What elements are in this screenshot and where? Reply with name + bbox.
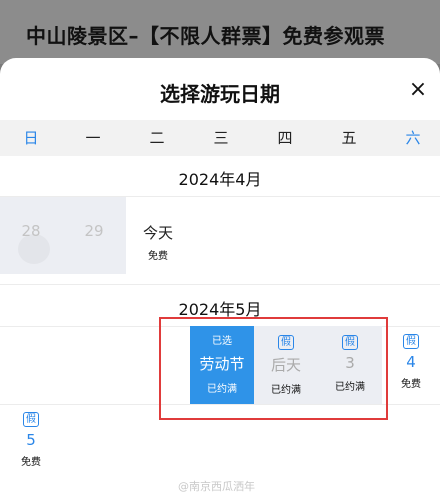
day-cell-28: 28 — [21, 222, 41, 240]
day-cell-may-5[interactable]: 假 5 免费 — [0, 408, 62, 468]
holiday-tag: 假 — [342, 335, 358, 350]
day-cell-today[interactable]: 今天 免费 — [126, 222, 190, 262]
weekday-tue: 二 — [149, 129, 165, 147]
weekday-fri: 五 — [341, 129, 357, 147]
weekday-mon: 一 — [85, 129, 101, 147]
holiday-tag: 假 — [278, 335, 294, 350]
day-cell-29: 29 — [84, 222, 104, 240]
close-icon[interactable]: × — [404, 76, 432, 104]
weekday-wed: 三 — [213, 129, 229, 147]
watermark: @南京西瓜洒年 — [178, 480, 255, 493]
day-cell-may-1-selected[interactable]: 已选 劳动节 已约满 — [190, 326, 254, 404]
month-label-april: 2024年4月 — [178, 170, 262, 189]
day-cell-may-4[interactable]: 假 4 免费 — [382, 330, 440, 390]
ticket-title: 中山陵景区–【不限人群票】免费参观票 — [26, 24, 385, 48]
holiday-tag: 假 — [23, 412, 39, 427]
weekday-header: 日 一 二 三 四 五 六 — [0, 120, 440, 156]
day-cell-may-2[interactable]: 假 后天 已约满 — [254, 326, 318, 404]
weekday-sat: 六 — [405, 129, 421, 147]
day-cell-may-3[interactable]: 假 3 已约满 — [318, 326, 382, 404]
month-label-may: 2024年5月 — [178, 300, 262, 319]
sheet-title: 选择游玩日期 — [160, 82, 280, 106]
divider — [0, 404, 440, 405]
weekday-sun: 日 — [23, 129, 39, 147]
divider — [0, 284, 440, 285]
weekday-thu: 四 — [277, 129, 293, 147]
date-picker-sheet: 选择游玩日期 × 日 一 二 三 四 五 六 2024年4月 28 29 今天 … — [0, 58, 440, 496]
holiday-tag: 假 — [403, 334, 419, 349]
